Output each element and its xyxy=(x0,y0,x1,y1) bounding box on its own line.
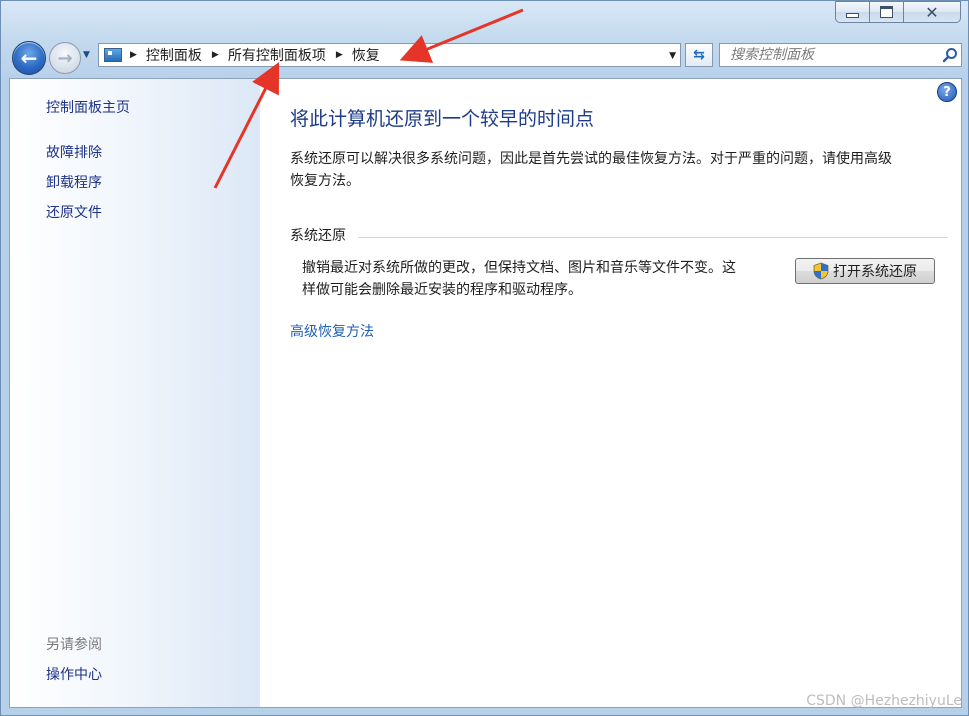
minimize-button[interactable] xyxy=(835,1,869,23)
watermark: CSDN @HezhezhiyuLe xyxy=(806,693,962,709)
section-text-line: 撤销最近对系统所做的更改，但保持文档、图片和音乐等文件不变。这 xyxy=(302,260,736,276)
control-panel-icon xyxy=(104,48,122,62)
chevron-right-icon[interactable]: ▶ xyxy=(130,50,137,60)
open-system-restore-label: 打开系统还原 xyxy=(833,264,917,280)
see-also-heading: 另请参阅 xyxy=(46,637,102,653)
minimize-icon xyxy=(846,13,859,18)
breadcrumb-recovery[interactable]: 恢复 xyxy=(352,45,380,65)
forward-button[interactable]: → xyxy=(49,42,81,74)
refresh-button[interactable]: ⇆ xyxy=(685,43,713,67)
page-title: 将此计算机还原到一个较早的时间点 xyxy=(290,108,595,130)
content-area: 控制面板主页 故障排除 卸载程序 还原文件 另请参阅 操作中心 ? 将此计算机还… xyxy=(9,78,962,708)
chevron-down-icon[interactable]: ▼ xyxy=(669,51,676,61)
section-text-line: 样做可能会删除最近安装的程序和驱动程序。 xyxy=(302,282,582,298)
maximize-button[interactable] xyxy=(869,1,903,23)
advanced-recovery-link[interactable]: 高级恢复方法 xyxy=(290,321,374,341)
section-divider xyxy=(358,237,948,238)
chevron-right-icon[interactable]: ▶ xyxy=(336,50,343,60)
caption-buttons: ✕ xyxy=(835,1,961,23)
navigation-bar: ← → ▼ ▶ 控制面板 ▶ 所有控制面板项 ▶ 恢复 ▼ ⇆ xyxy=(9,39,962,75)
sidebar-item-uninstall[interactable]: 卸载程序 xyxy=(46,172,102,192)
sidebar: 控制面板主页 故障排除 卸载程序 还原文件 另请参阅 操作中心 xyxy=(10,79,260,707)
search-input[interactable] xyxy=(728,46,939,64)
section-heading-system-restore: 系统还原 xyxy=(290,228,346,244)
help-button[interactable]: ? xyxy=(937,82,957,102)
sidebar-item-home[interactable]: 控制面板主页 xyxy=(46,97,130,117)
page-description: 系统还原可以解决很多系统问题，因此是首先尝试的最佳恢复方法。对于严重的问题，请使… xyxy=(290,148,940,192)
system-restore-description: 撤销最近对系统所做的更改，但保持文档、图片和音乐等文件不变。这 样做可能会删除最… xyxy=(302,257,777,301)
sidebar-item-troubleshoot[interactable]: 故障排除 xyxy=(46,142,102,162)
arrow-right-icon: → xyxy=(57,47,73,69)
breadcrumb-control-panel[interactable]: 控制面板 xyxy=(146,45,202,65)
arrow-left-icon: ← xyxy=(20,46,38,70)
search-box[interactable] xyxy=(719,43,962,67)
close-icon: ✕ xyxy=(925,2,939,22)
open-system-restore-button[interactable]: 打开系统还原 xyxy=(795,258,935,284)
close-button[interactable]: ✕ xyxy=(903,1,961,23)
breadcrumb-all-items[interactable]: 所有控制面板项 xyxy=(228,45,326,65)
help-icon: ? xyxy=(943,84,951,100)
address-bar[interactable]: ▶ 控制面板 ▶ 所有控制面板项 ▶ 恢复 ▼ xyxy=(98,43,681,67)
sidebar-item-restore-files[interactable]: 还原文件 xyxy=(46,202,102,222)
chevron-right-icon[interactable]: ▶ xyxy=(212,50,219,60)
refresh-icon: ⇆ xyxy=(693,47,705,63)
sidebar-item-action-center[interactable]: 操作中心 xyxy=(46,664,102,684)
description-line: 恢复方法。 xyxy=(290,173,360,189)
description-line: 系统还原可以解决很多系统问题，因此是首先尝试的最佳恢复方法。对于严重的问题，请使… xyxy=(290,151,892,167)
uac-shield-icon xyxy=(813,262,829,280)
back-button[interactable]: ← xyxy=(12,41,46,75)
maximize-icon xyxy=(880,6,893,18)
recent-pages-dropdown-icon[interactable]: ▼ xyxy=(83,50,90,60)
window-frame: ✕ ← → ▼ ▶ 控制面板 ▶ 所有控制面板项 ▶ 恢复 ▼ ⇆ 搜索控制面板… xyxy=(0,0,969,716)
search-icon[interactable] xyxy=(939,44,961,66)
